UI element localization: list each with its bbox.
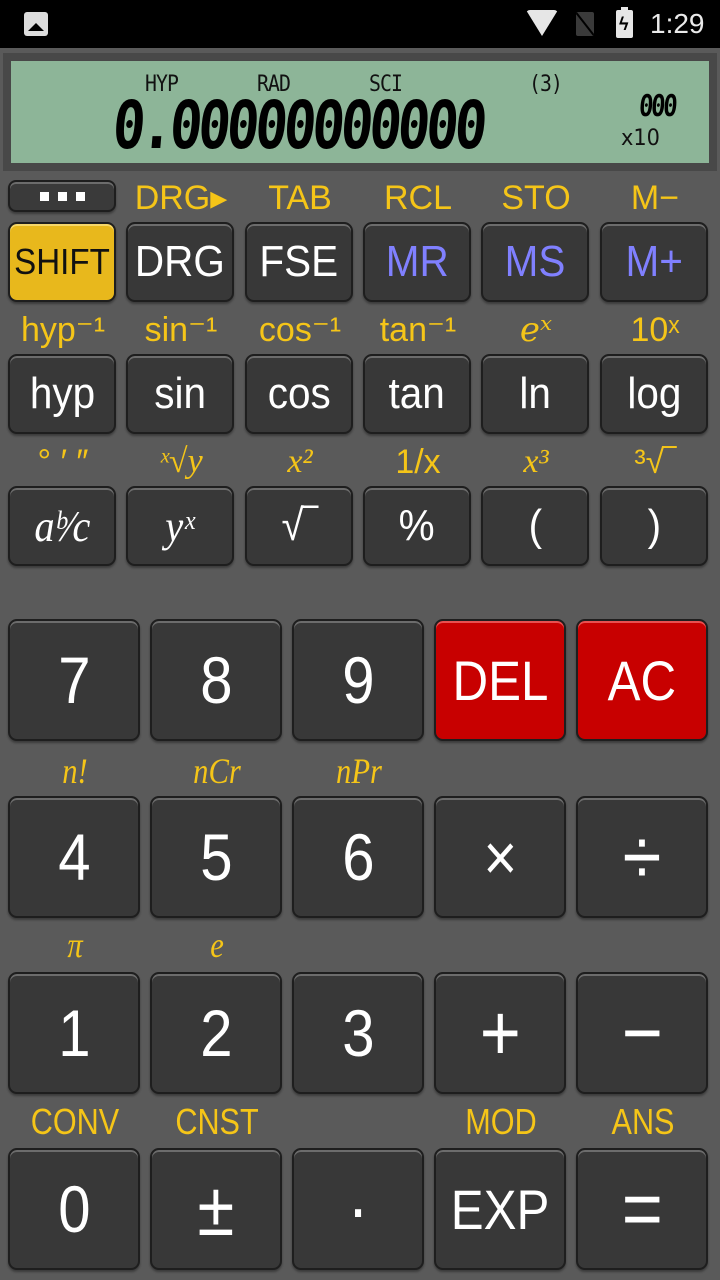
- close-paren-key[interactable]: ): [600, 486, 708, 566]
- shift-label-tab: TAB: [268, 179, 332, 217]
- digit-4-key[interactable]: 4: [8, 796, 140, 918]
- shift-label-answer: ANS: [611, 1101, 675, 1142]
- shift-label-modulo: MOD: [465, 1101, 537, 1142]
- lcd-display: HYP RAD SCI (3) 0.00000000000 000 x10: [11, 61, 709, 164]
- status-bar: ϟ 1:29: [0, 0, 720, 48]
- shift-label-constants: CNST: [175, 1101, 259, 1142]
- shift-label-combination: nCr: [193, 751, 241, 791]
- no-sim-icon: [576, 12, 594, 36]
- ln-key[interactable]: ln: [481, 354, 589, 434]
- shift-label-drg-cycle: DRG▸: [134, 179, 228, 217]
- shift-label-degrees-minutes-seconds: ° ′ ″: [37, 443, 89, 481]
- sin-key[interactable]: sin: [126, 354, 234, 434]
- open-paren-key[interactable]: (: [481, 486, 589, 566]
- display-value: 0.00000000000: [109, 87, 487, 164]
- digit-9-key[interactable]: 9: [292, 619, 424, 741]
- drg-key[interactable]: DRG: [126, 222, 234, 302]
- m-plus-key[interactable]: M+: [600, 222, 708, 302]
- shift-label-factorial: n!: [62, 751, 88, 791]
- cos-key[interactable]: cos: [245, 354, 353, 434]
- shift-label-permutation: nPr: [336, 751, 382, 791]
- shift-label-hyp-inverse: hyp⁻¹: [20, 311, 106, 349]
- equals-key[interactable]: =: [576, 1148, 708, 1270]
- log-key[interactable]: log: [600, 354, 708, 434]
- decimal-point-key[interactable]: ·: [292, 1148, 424, 1270]
- multiply-key[interactable]: ×: [434, 796, 566, 918]
- hyp-key[interactable]: hyp: [8, 354, 116, 434]
- square-root-key[interactable]: √‾: [245, 486, 353, 566]
- add-key[interactable]: +: [434, 972, 566, 1094]
- delete-key[interactable]: DEL: [434, 619, 566, 741]
- fse-key[interactable]: FSE: [245, 222, 353, 302]
- shift-label-rcl: RCL: [383, 179, 453, 217]
- mr-key[interactable]: MR: [363, 222, 471, 302]
- shift-label-ten-power: 10ˣ: [630, 311, 680, 349]
- subtract-key[interactable]: −: [576, 972, 708, 1094]
- digit-3-key[interactable]: 3: [292, 972, 424, 1094]
- plus-minus-key[interactable]: ±: [150, 1148, 282, 1270]
- shift-label-reciprocal: 1/x: [395, 443, 441, 481]
- shift-label-euler: e: [210, 925, 224, 965]
- divide-key[interactable]: ÷: [576, 796, 708, 918]
- shift-label-pi: π: [67, 925, 83, 965]
- digit-8-key[interactable]: 8: [150, 619, 282, 741]
- battery-charging-icon: ϟ: [616, 7, 633, 38]
- shift-label-arccos: cos⁻¹: [258, 311, 342, 349]
- power-key[interactable]: yˣ: [126, 486, 234, 566]
- ms-key[interactable]: MS: [481, 222, 589, 302]
- display-frame: HYP RAD SCI (3) 0.00000000000 000 x10: [0, 48, 720, 172]
- shift-label-cube: x³: [523, 443, 549, 480]
- wifi-icon: [526, 10, 558, 36]
- all-clear-key[interactable]: AC: [576, 619, 708, 741]
- digit-6-key[interactable]: 6: [292, 796, 424, 918]
- shift-label-square: x²: [287, 443, 313, 480]
- precision-indicator: (3): [529, 72, 563, 97]
- exponent-label: x10: [621, 126, 660, 151]
- shift-label-exp: eˣ: [519, 310, 553, 350]
- digit-7-key[interactable]: 7: [8, 619, 140, 741]
- more-options-button[interactable]: [8, 180, 116, 212]
- tan-key[interactable]: tan: [363, 354, 471, 434]
- shift-label-cube-root: ³√‾: [634, 443, 676, 481]
- shift-label-sto: STO: [501, 179, 571, 217]
- shift-key[interactable]: SHIFT: [8, 222, 116, 302]
- exp-key[interactable]: EXP: [434, 1148, 566, 1270]
- shift-label-xth-root: ˣ√y: [159, 443, 203, 480]
- status-time: 1:29: [650, 8, 705, 39]
- digit-0-key[interactable]: 0: [8, 1148, 140, 1270]
- image-notification-icon: [24, 12, 48, 36]
- shift-label-arcsin: sin⁻¹: [144, 311, 218, 349]
- display-exponent: 000: [637, 89, 677, 124]
- digit-2-key[interactable]: 2: [150, 972, 282, 1094]
- digit-5-key[interactable]: 5: [150, 796, 282, 918]
- shift-label-m-minus: M−: [630, 179, 680, 217]
- shift-label-arctan: tan⁻¹: [379, 311, 457, 349]
- shift-label-conversion: CONV: [30, 1101, 120, 1142]
- digit-1-key[interactable]: 1: [8, 972, 140, 1094]
- fraction-key[interactable]: aᵇ⁄c: [8, 486, 116, 566]
- percent-key[interactable]: %: [363, 486, 471, 566]
- more-options-icon: [39, 191, 85, 201]
